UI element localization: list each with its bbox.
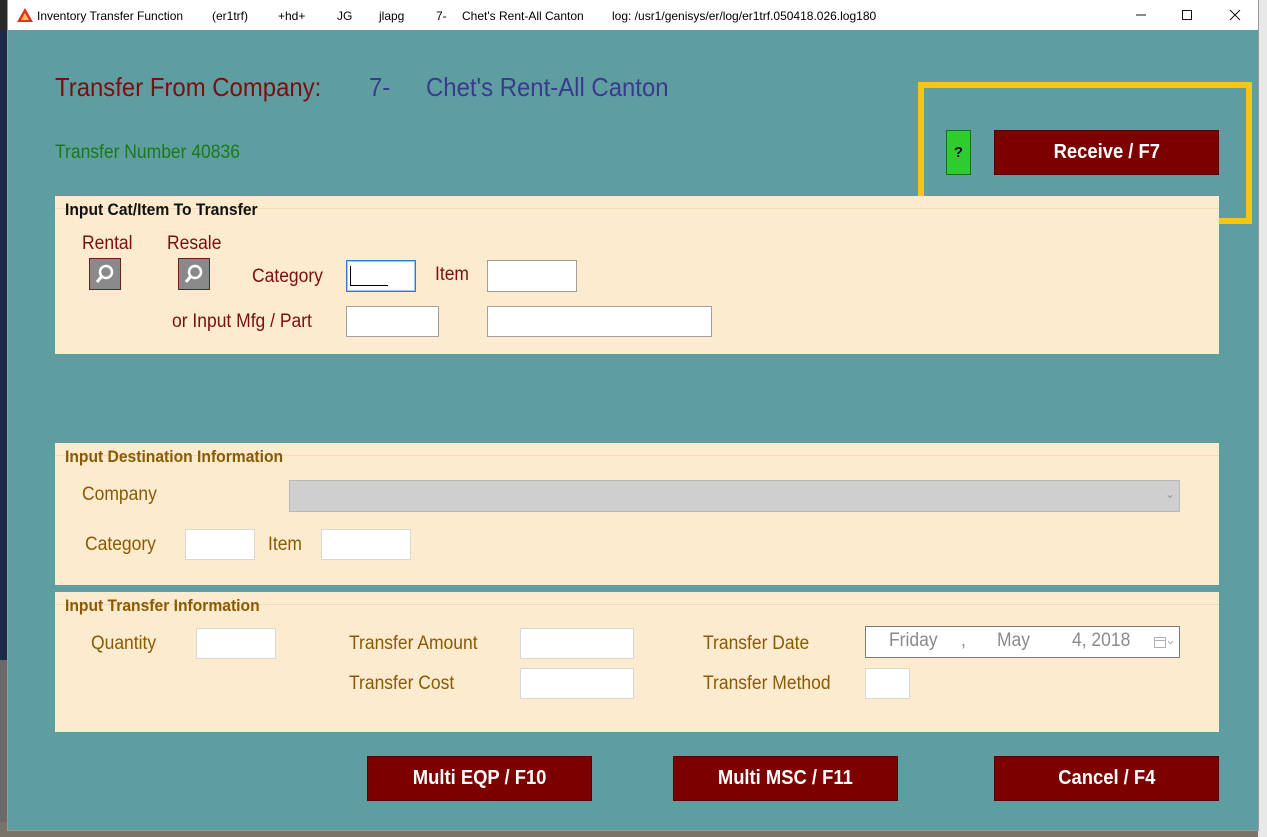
dest-category-label: Category — [85, 534, 156, 555]
help-button[interactable]: ? — [946, 130, 971, 175]
transfer-info-panel: Input Transfer Information Quantity Tran… — [55, 592, 1219, 732]
multi-msc-button[interactable]: Multi MSC / F11 — [673, 756, 898, 801]
from-company-name: Chet's Rent-All Canton — [426, 72, 669, 102]
multi-msc-label: Multi MSC / F11 — [718, 767, 853, 789]
close-icon — [1229, 9, 1241, 21]
input-underline — [350, 285, 388, 286]
category-label: Category — [252, 266, 323, 287]
date-weekday: Friday — [889, 630, 938, 651]
maximize-button[interactable] — [1164, 0, 1210, 30]
transfer-info-title: Input Transfer Information — [65, 596, 260, 615]
transfer-date-picker[interactable]: Friday , May 4, 2018 — [865, 626, 1180, 658]
part-input[interactable] — [487, 306, 712, 337]
transfer-number: Transfer Number 40836 — [55, 142, 240, 163]
log-path: log: /usr1/genisys/er/log/er1trf.050418.… — [612, 9, 877, 23]
dest-item-input[interactable] — [321, 529, 411, 560]
receive-button[interactable]: Receive / F7 — [994, 130, 1219, 175]
input-item-panel: Input Cat/Item To Transfer Rental Resale… — [55, 196, 1219, 354]
destination-title: Input Destination Information — [65, 447, 284, 466]
transfer-amount-input[interactable] — [520, 628, 634, 659]
minimize-button[interactable] — [1118, 0, 1164, 30]
multi-eqp-button[interactable]: Multi EQP / F10 — [367, 756, 592, 801]
app-logo-icon — [17, 8, 33, 22]
app-window: Inventory Transfer Function (er1trf) +hd… — [8, 0, 1258, 830]
transfer-from-label: Transfer From Company: — [55, 72, 322, 102]
mfg-part-label: or Input Mfg / Part — [172, 311, 312, 332]
item-input[interactable] — [487, 260, 577, 292]
item-label: Item — [435, 264, 469, 285]
title-bar[interactable]: Inventory Transfer Function (er1trf) +hd… — [8, 0, 1258, 30]
dest-company-select[interactable]: ⌄ — [289, 480, 1180, 512]
minimize-icon — [1136, 14, 1146, 16]
close-button[interactable] — [1212, 0, 1258, 30]
main-content: Transfer From Company: 7- Chet's Rent-Al… — [8, 30, 1258, 830]
transfer-method-label: Transfer Method — [703, 673, 831, 694]
destination-panel: Input Destination Information Company ⌄ … — [55, 443, 1219, 585]
text-caret — [350, 266, 351, 285]
magnifier-icon — [95, 264, 114, 283]
background-desktop — [0, 660, 8, 837]
from-company-number: 7- — [369, 72, 391, 102]
resale-label: Resale — [167, 233, 222, 254]
quantity-input[interactable] — [196, 628, 276, 659]
program-name: (er1trf) — [212, 9, 248, 23]
user-initials: JG — [337, 9, 353, 23]
calendar-icon[interactable] — [1154, 636, 1174, 649]
receive-button-label: Receive / F7 — [1053, 141, 1160, 163]
company-name: Chet's Rent-All Canton — [462, 9, 584, 23]
transfer-amount-label: Transfer Amount — [349, 633, 478, 654]
magnifier-icon — [184, 264, 203, 283]
user-name: jlapg — [379, 9, 405, 23]
rental-lookup-button[interactable] — [89, 258, 121, 290]
cancel-label: Cancel / F4 — [1057, 767, 1156, 789]
host-name: +hd+ — [278, 9, 306, 23]
cancel-button[interactable]: Cancel / F4 — [994, 756, 1219, 801]
multi-eqp-label: Multi EQP / F10 — [412, 767, 547, 789]
input-item-title: Input Cat/Item To Transfer — [65, 200, 258, 219]
maximize-icon — [1182, 10, 1192, 20]
background-right — [1258, 0, 1267, 837]
transfer-cost-input[interactable] — [520, 668, 634, 699]
mfg-input[interactable] — [346, 306, 439, 337]
transfer-method-input[interactable] — [865, 668, 910, 699]
resale-lookup-button[interactable] — [178, 258, 210, 290]
quantity-label: Quantity — [91, 633, 157, 654]
transfer-cost-label: Transfer Cost — [349, 673, 455, 694]
company-number: 7- — [436, 9, 447, 23]
date-day-year: 4, 2018 — [1072, 630, 1131, 651]
chevron-down-icon: ⌄ — [1164, 487, 1175, 501]
rental-label: Rental — [82, 233, 133, 254]
date-month: May — [997, 630, 1031, 651]
dest-company-label: Company — [82, 484, 157, 505]
transfer-date-label: Transfer Date — [703, 633, 810, 654]
background-terminal — [0, 30, 8, 660]
date-separator: , — [961, 630, 966, 651]
dest-category-input[interactable] — [185, 529, 255, 560]
window-title: Inventory Transfer Function — [37, 9, 184, 23]
dest-item-label: Item — [268, 534, 302, 555]
category-input[interactable] — [346, 260, 416, 292]
